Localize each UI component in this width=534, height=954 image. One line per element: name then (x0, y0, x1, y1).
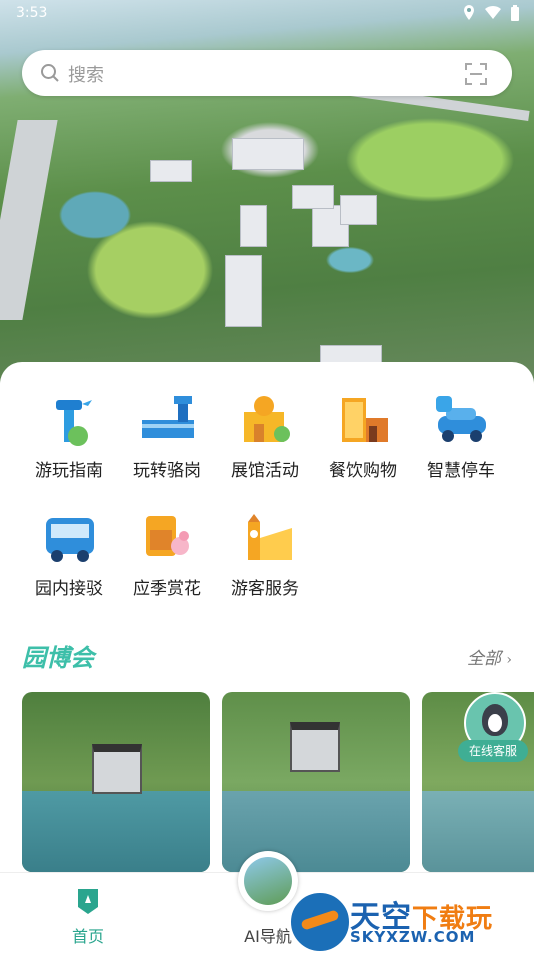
tower-icon (42, 394, 98, 446)
airport-icon (140, 394, 196, 446)
clock-tower-icon (238, 512, 294, 564)
plane-logo-icon (288, 890, 352, 954)
battery-icon (510, 4, 520, 26)
service-label: 园内接驳 (35, 579, 103, 599)
service-guide[interactable]: 游玩指南 (20, 390, 118, 490)
service-label: 应季赏花 (133, 579, 201, 599)
service-visitor[interactable]: 游客服务 (216, 508, 314, 608)
service-label: 玩转骆岗 (133, 461, 201, 481)
search-bar[interactable]: 搜索 (22, 50, 512, 96)
search-icon (40, 63, 60, 83)
online-service-button[interactable]: 在线客服 (458, 692, 528, 762)
service-label: 智慧停车 (427, 461, 495, 481)
service-label: 游客服务 (231, 579, 299, 599)
service-seasonal-flowers[interactable]: 应季赏花 (118, 508, 216, 608)
chevron-right-icon: › (506, 652, 512, 668)
exhibition-icon (238, 394, 294, 446)
section-title: 园博会 (22, 643, 94, 672)
service-label: 展馆活动 (231, 461, 299, 481)
search-placeholder: 搜索 (68, 65, 104, 86)
flower-icon (140, 512, 196, 564)
pavilion-image (92, 744, 142, 794)
mall-icon (336, 394, 392, 446)
bus-icon (42, 512, 98, 564)
expo-card[interactable] (222, 692, 410, 872)
wifi-icon (484, 4, 502, 26)
nav-home-label: 首页 (71, 927, 104, 946)
service-smart-parking[interactable]: 智慧停车 (412, 390, 510, 490)
service-shuttle[interactable]: 园内接驳 (20, 508, 118, 608)
parking-icon (434, 394, 490, 446)
service-exhibition[interactable]: 展馆活动 (216, 390, 314, 490)
location-icon (462, 4, 476, 26)
online-service-label: 在线客服 (458, 740, 528, 762)
service-dining-shopping[interactable]: 餐饮购物 (314, 390, 412, 490)
status-time: 3:53 (16, 5, 48, 21)
expo-card[interactable] (22, 692, 210, 872)
view-all-label: 全部 (466, 649, 501, 669)
service-explore[interactable]: 玩转骆岗 (118, 390, 216, 490)
watermark-url: SKYXZW.COM (350, 928, 476, 946)
service-label: 游玩指南 (35, 461, 103, 481)
watermark: 天空下载玩 SKYXZW.COM (288, 890, 534, 954)
service-label: 餐饮购物 (329, 461, 397, 481)
scan-icon[interactable] (464, 62, 488, 86)
status-bar: 3:53 (0, 0, 534, 28)
home-icon (76, 887, 100, 919)
view-all-link[interactable]: 全部 › (467, 644, 512, 669)
pavilion-image (290, 722, 340, 772)
